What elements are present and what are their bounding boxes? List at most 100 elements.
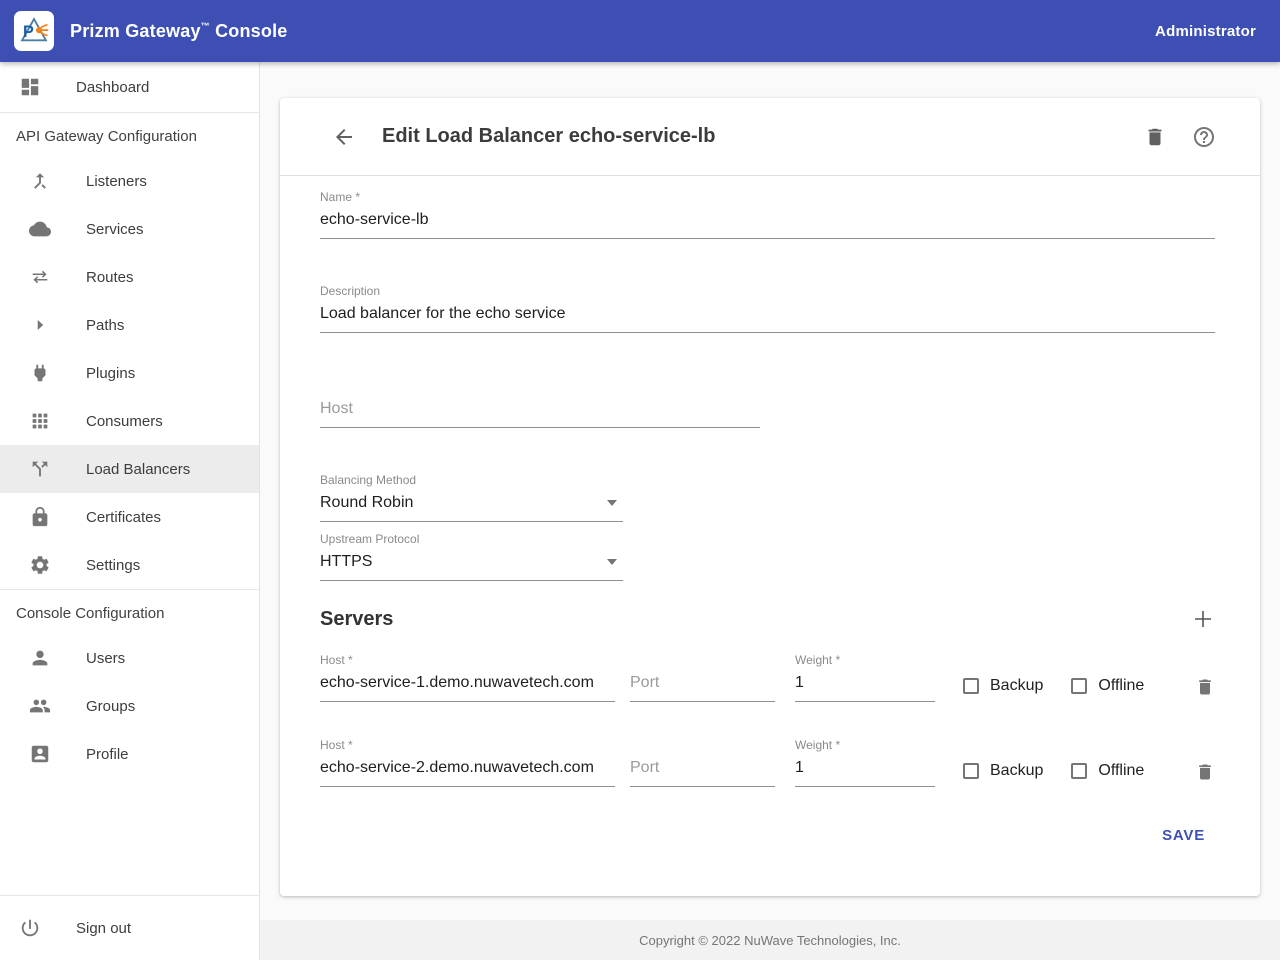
app-title-suffix: Console (210, 21, 288, 41)
svg-text:P: P (23, 23, 34, 41)
sidebar-item-routes[interactable]: Routes (0, 253, 259, 301)
sidebar-item-services[interactable]: Services (0, 205, 259, 253)
backup-checkbox-group[interactable]: Backup (963, 762, 1043, 780)
backup-checkbox-label: Backup (990, 677, 1043, 695)
sidebar-item-label: Consumers (86, 413, 163, 430)
power-icon (18, 916, 42, 940)
server-host-field: Host * (320, 653, 615, 702)
balancing-method-select[interactable]: Round Robin (320, 494, 623, 522)
backup-checkbox-label: Backup (990, 762, 1043, 780)
app-title: Prizm Gateway™ Console (70, 21, 287, 42)
server-host-input[interactable] (320, 674, 615, 702)
offline-checkbox-label: Offline (1098, 762, 1144, 780)
dropdown-arrow-icon (607, 559, 617, 565)
add-server-button[interactable] (1191, 607, 1215, 631)
server-row: Host * Weight * Backup Offline (320, 738, 1215, 787)
delete-server-button[interactable] (1195, 677, 1215, 697)
trash-icon (1195, 762, 1215, 782)
server-port-input[interactable] (630, 759, 775, 787)
upstream-protocol-select[interactable]: HTTPS (320, 553, 623, 581)
server-host-input[interactable] (320, 759, 615, 787)
upstream-protocol-field: Upstream Protocol HTTPS (320, 532, 623, 581)
sidebar-item-settings[interactable]: Settings (0, 541, 259, 589)
server-port-field (630, 759, 775, 787)
sidebar-item-load-balancers[interactable]: Load Balancers (0, 445, 259, 493)
server-weight-input[interactable] (795, 674, 935, 702)
account-box-icon (28, 742, 52, 766)
call-split-icon (28, 457, 52, 481)
description-input[interactable] (320, 305, 1215, 333)
sidebar-item-label: Listeners (86, 173, 147, 190)
offline-checkbox-group[interactable]: Offline (1071, 762, 1144, 780)
sidebar-item-label: Paths (86, 317, 124, 334)
sidebar-item-paths[interactable]: Paths (0, 301, 259, 349)
server-weight-label: Weight * (795, 653, 935, 667)
sidebar-item-profile[interactable]: Profile (0, 730, 259, 778)
card-body: Name * Description Balancing Method Roun… (280, 190, 1260, 896)
name-field-block: Name * (320, 190, 1215, 239)
sidebar-item-consumers[interactable]: Consumers (0, 397, 259, 445)
server-host-field: Host * (320, 738, 615, 787)
backup-checkbox-group[interactable]: Backup (963, 677, 1043, 695)
trademark-symbol: ™ (201, 21, 210, 31)
upstream-protocol-label: Upstream Protocol (320, 532, 623, 546)
server-weight-field: Weight * (795, 738, 935, 787)
sidebar-item-listeners[interactable]: Listeners (0, 157, 259, 205)
delete-load-balancer-button[interactable] (1144, 126, 1166, 148)
apps-grid-icon (28, 409, 52, 433)
server-weight-input[interactable] (795, 759, 935, 787)
save-button[interactable]: SAVE (1154, 821, 1213, 850)
server-port-field (630, 674, 775, 702)
sidebar-item-label: Routes (86, 269, 134, 286)
balancing-method-label: Balancing Method (320, 473, 623, 487)
sidebar-item-label: Groups (86, 698, 135, 715)
balancing-method-field: Balancing Method Round Robin (320, 473, 623, 522)
name-input[interactable] (320, 211, 1215, 239)
trash-icon (1195, 677, 1215, 697)
sidebar-item-label: Plugins (86, 365, 135, 382)
balancing-method-value: Round Robin (320, 494, 413, 512)
save-row: SAVE (320, 787, 1215, 896)
main-content: Edit Load Balancer echo-service-lb Name … (260, 62, 1280, 960)
sign-out-button[interactable]: Sign out (0, 896, 259, 960)
offline-checkbox[interactable] (1071, 763, 1087, 779)
name-field-label: Name * (320, 190, 1215, 204)
back-arrow-icon (332, 125, 356, 149)
help-icon (1192, 125, 1216, 149)
copyright-text: Copyright © 2022 NuWave Technologies, In… (639, 933, 901, 948)
help-button[interactable] (1192, 125, 1216, 149)
power-plug-icon (28, 361, 52, 385)
offline-checkbox[interactable] (1071, 678, 1087, 694)
person-icon (28, 646, 52, 670)
server-row: Host * Weight * Backup Offline (320, 653, 1215, 702)
server-host-label: Host * (320, 653, 615, 667)
sidebar-item-users[interactable]: Users (0, 634, 259, 682)
backup-checkbox[interactable] (963, 763, 979, 779)
sidebar-item-label: Dashboard (76, 79, 149, 96)
edit-load-balancer-card: Edit Load Balancer echo-service-lb Name … (280, 98, 1260, 896)
offline-checkbox-label: Offline (1098, 677, 1144, 695)
back-button[interactable] (332, 125, 356, 149)
sidebar-item-label: Certificates (86, 509, 161, 526)
sidebar-section-api-gateway: API Gateway Configuration (0, 113, 259, 157)
sidebar-item-plugins[interactable]: Plugins (0, 349, 259, 397)
sidebar-item-dashboard[interactable]: Dashboard (0, 62, 259, 112)
backup-checkbox[interactable] (963, 678, 979, 694)
host-field-block (320, 400, 760, 428)
sidebar-item-groups[interactable]: Groups (0, 682, 259, 730)
prizm-logo: P (14, 11, 54, 51)
card-header: Edit Load Balancer echo-service-lb (280, 98, 1260, 176)
cloud-icon (28, 217, 52, 241)
server-port-input[interactable] (630, 674, 775, 702)
servers-section-header: Servers (320, 607, 1215, 631)
description-field-block: Description (320, 284, 1215, 333)
sidebar-item-certificates[interactable]: Certificates (0, 493, 259, 541)
user-menu[interactable]: Administrator (1155, 23, 1256, 40)
host-input[interactable] (320, 400, 760, 428)
delete-server-button[interactable] (1195, 762, 1215, 782)
description-field-label: Description (320, 284, 1215, 298)
server-weight-label: Weight * (795, 738, 935, 752)
upstream-protocol-value: HTTPS (320, 553, 372, 571)
dashboard-icon (18, 75, 42, 99)
offline-checkbox-group[interactable]: Offline (1071, 677, 1144, 695)
